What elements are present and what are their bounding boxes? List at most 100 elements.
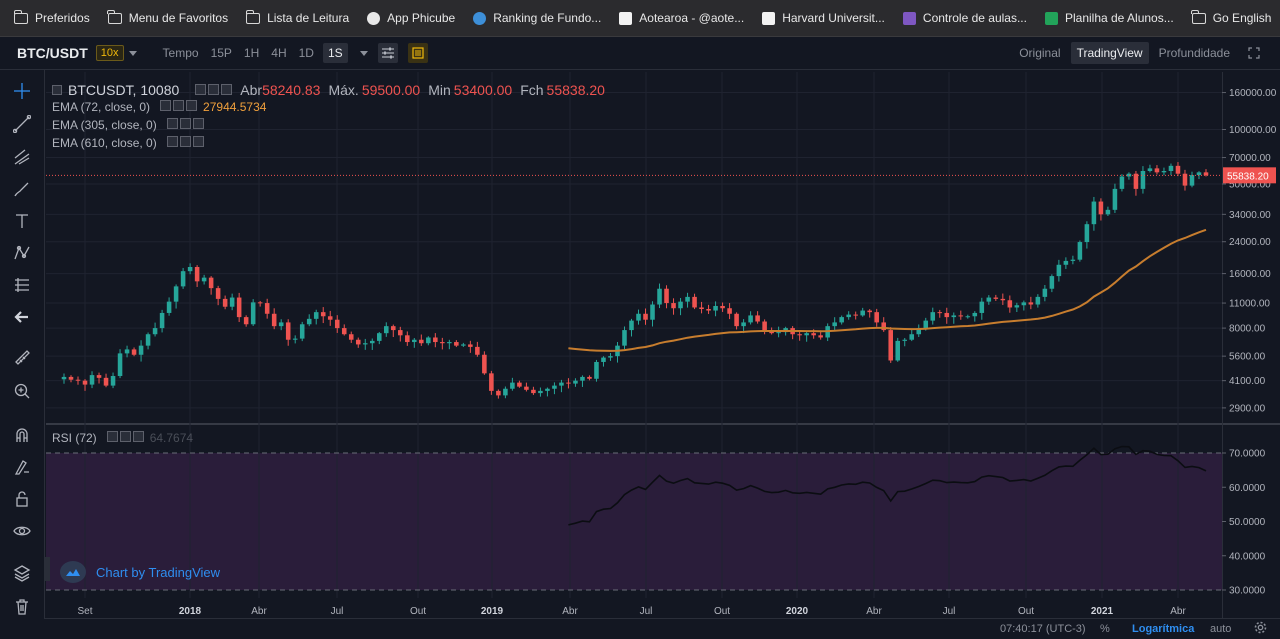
trash-icon[interactable] bbox=[9, 594, 35, 620]
candle-body bbox=[1098, 201, 1104, 215]
candle-body bbox=[454, 342, 459, 346]
gear-icon[interactable] bbox=[179, 136, 191, 147]
auto-scale-toggle[interactable]: auto bbox=[1210, 623, 1231, 635]
time-tick-label: Abr bbox=[1170, 606, 1186, 617]
time-tick-label: Out bbox=[1018, 606, 1034, 617]
status-bar: 07:40:17 (UTC-3) % Logarítmica auto bbox=[44, 618, 1280, 639]
high-label: Máx. bbox=[328, 82, 359, 98]
candle-body bbox=[678, 301, 683, 309]
rsi-label: RSI (72) bbox=[52, 431, 97, 445]
gear-icon[interactable] bbox=[179, 118, 191, 129]
candle-body bbox=[755, 315, 760, 322]
candle-body bbox=[671, 303, 676, 309]
back-arrow-icon[interactable] bbox=[9, 304, 35, 330]
open-label: Abr bbox=[240, 82, 263, 98]
candle-body bbox=[1035, 296, 1041, 305]
candle-body bbox=[96, 375, 102, 378]
lock-icon[interactable] bbox=[9, 486, 35, 512]
candle-body bbox=[713, 305, 718, 311]
zoom-in-icon[interactable] bbox=[9, 378, 35, 404]
candle-body bbox=[475, 346, 480, 355]
candle-body bbox=[601, 357, 606, 362]
candle-body bbox=[594, 361, 599, 379]
candle-body bbox=[636, 313, 641, 321]
candle-body bbox=[524, 386, 529, 390]
candle-body bbox=[419, 339, 424, 344]
ema1-legend: EMA (72, close, 0) 27944.5734 bbox=[52, 100, 266, 114]
candle-body bbox=[559, 382, 564, 386]
candle-body bbox=[384, 326, 389, 334]
candle-body bbox=[804, 333, 809, 336]
eye-toggle-icon[interactable] bbox=[195, 84, 207, 95]
candle-body bbox=[748, 315, 753, 323]
candle-body bbox=[979, 301, 985, 313]
candle-body bbox=[89, 375, 95, 385]
candle-body bbox=[124, 349, 130, 354]
candle-body bbox=[243, 317, 249, 325]
price-tick-label: 160000.00 bbox=[1229, 88, 1277, 99]
tradingview-watermark[interactable]: Chart by TradingView bbox=[60, 561, 220, 583]
toolbar-collapse-handle[interactable] bbox=[44, 557, 50, 581]
candle-body bbox=[510, 382, 515, 389]
prediction-icon[interactable] bbox=[9, 272, 35, 298]
candle-body bbox=[867, 310, 872, 313]
candle-body bbox=[117, 353, 123, 377]
candle-body bbox=[727, 308, 732, 314]
candle-body bbox=[257, 302, 263, 304]
candle-body bbox=[566, 382, 571, 384]
gear-icon[interactable] bbox=[1254, 621, 1267, 637]
gear-icon[interactable] bbox=[119, 431, 131, 442]
time-tick-label: Abr bbox=[866, 606, 882, 617]
ruler-icon[interactable] bbox=[9, 344, 35, 370]
text-icon[interactable] bbox=[9, 208, 35, 234]
candle-body bbox=[958, 315, 964, 317]
candle-body bbox=[222, 298, 228, 307]
eye-toggle-icon[interactable] bbox=[160, 100, 172, 111]
pattern-icon[interactable] bbox=[9, 240, 35, 266]
candle-body bbox=[405, 335, 410, 343]
percent-toggle[interactable]: % bbox=[1100, 623, 1110, 635]
eye-icon[interactable] bbox=[9, 518, 35, 544]
close-icon[interactable] bbox=[186, 100, 198, 111]
candle-body bbox=[762, 321, 767, 331]
close-label: Fch bbox=[520, 82, 544, 98]
candle-body bbox=[608, 356, 613, 358]
candle-body bbox=[909, 334, 915, 340]
lock-drawing-icon[interactable] bbox=[9, 454, 35, 480]
candle-body bbox=[271, 313, 277, 327]
candle-body bbox=[82, 380, 88, 385]
candle-body bbox=[320, 312, 326, 317]
price-pane[interactable] bbox=[46, 72, 1222, 423]
magnet-icon[interactable] bbox=[9, 422, 35, 448]
close-icon[interactable] bbox=[132, 431, 144, 442]
log-scale-toggle[interactable]: Logarítmica bbox=[1132, 623, 1194, 635]
candle-body bbox=[853, 314, 858, 316]
candle-body bbox=[103, 377, 109, 386]
eye-toggle-icon[interactable] bbox=[166, 118, 178, 129]
ema3-label: EMA (610, close, 0) bbox=[52, 136, 157, 150]
close-icon[interactable] bbox=[221, 84, 233, 95]
candle-body bbox=[1196, 172, 1202, 176]
eye-toggle-icon[interactable] bbox=[106, 431, 118, 442]
crosshair-icon[interactable] bbox=[9, 78, 35, 104]
ema1-label: EMA (72, close, 0) bbox=[52, 100, 151, 114]
candle-body bbox=[278, 322, 284, 327]
trend-line-icon[interactable] bbox=[9, 111, 35, 137]
gear-icon[interactable] bbox=[173, 100, 185, 111]
close-icon[interactable] bbox=[192, 118, 204, 129]
collapse-legend-icon[interactable] bbox=[52, 85, 62, 95]
candle-body bbox=[888, 330, 894, 361]
layers-icon[interactable] bbox=[9, 560, 35, 586]
gear-icon[interactable] bbox=[208, 84, 220, 95]
candle-body bbox=[166, 301, 172, 313]
candle-body bbox=[517, 382, 522, 387]
candle-body bbox=[846, 314, 851, 318]
candle-body bbox=[236, 297, 242, 318]
time-tick-label: Abr bbox=[562, 606, 578, 617]
eye-toggle-icon[interactable] bbox=[166, 136, 178, 147]
candle-body bbox=[482, 354, 487, 374]
candle-body bbox=[75, 379, 81, 381]
close-icon[interactable] bbox=[192, 136, 204, 147]
pitchfork-icon[interactable] bbox=[9, 144, 35, 170]
brush-icon[interactable] bbox=[9, 176, 35, 202]
